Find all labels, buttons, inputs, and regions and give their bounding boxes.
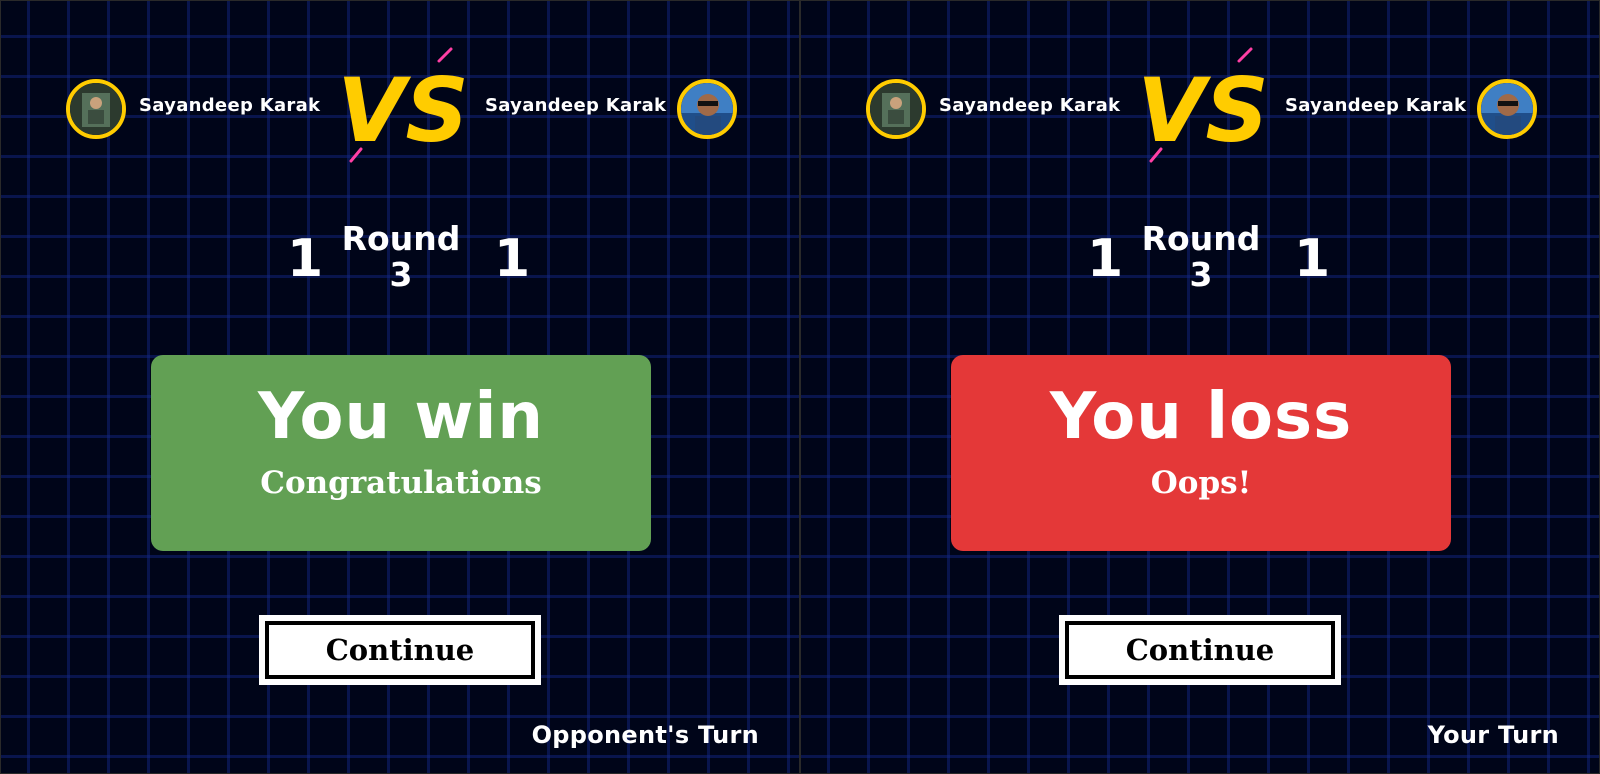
score-row: 1 Round 3 1 xyxy=(1,221,799,301)
game-screen-pair: Sayandeep Karak VS Sayandeep Karak 1 Rou… xyxy=(0,0,1600,774)
game-panel-loss: Sayandeep Karak VS Sayandeep Karak 1 Rou… xyxy=(800,0,1600,774)
continue-button[interactable]: Continue xyxy=(1059,615,1341,685)
player-right-name: Sayandeep Karak xyxy=(485,95,667,116)
continue-button-label: Continue xyxy=(265,621,535,679)
avatar-photo-icon xyxy=(870,83,922,135)
score-left: 1 xyxy=(287,229,324,289)
player-right-avatar xyxy=(1477,79,1537,139)
round-number: 3 xyxy=(389,255,413,294)
result-card: You loss Oops! xyxy=(951,355,1451,551)
round-number: 3 xyxy=(1189,255,1213,294)
result-title: You win xyxy=(258,380,544,454)
player-left-name: Sayandeep Karak xyxy=(939,95,1121,116)
continue-button-label: Continue xyxy=(1065,621,1335,679)
player-left-avatar xyxy=(66,79,126,139)
game-panel-win: Sayandeep Karak VS Sayandeep Karak 1 Rou… xyxy=(0,0,800,774)
score-right: 1 xyxy=(1294,229,1331,289)
avatar-photo-icon xyxy=(70,83,122,135)
score-row: 1 Round 3 1 xyxy=(801,221,1599,301)
round-indicator: Round 3 xyxy=(1131,221,1271,293)
round-label: Round xyxy=(341,219,461,258)
vs-text: VS xyxy=(1137,59,1267,162)
avatar-photo-icon xyxy=(1481,83,1533,135)
player-right-avatar xyxy=(677,79,737,139)
result-subtitle: Congratulations xyxy=(260,465,542,501)
match-header: Sayandeep Karak VS Sayandeep Karak xyxy=(1,45,799,163)
result-subtitle: Oops! xyxy=(1150,465,1252,501)
turn-status: Your Turn xyxy=(1427,721,1559,749)
result-title: You loss xyxy=(1049,380,1353,454)
result-card: You win Congratulations xyxy=(151,355,651,551)
continue-button[interactable]: Continue xyxy=(259,615,541,685)
turn-status: Opponent's Turn xyxy=(531,721,759,749)
vs-logo: VS xyxy=(337,47,467,163)
round-indicator: Round 3 xyxy=(331,221,471,293)
player-left-avatar xyxy=(866,79,926,139)
score-left: 1 xyxy=(1087,229,1124,289)
vs-text: VS xyxy=(337,59,467,162)
score-right: 1 xyxy=(494,229,531,289)
vs-logo: VS xyxy=(1137,47,1267,163)
match-header: Sayandeep Karak VS Sayandeep Karak xyxy=(801,45,1599,163)
player-right-name: Sayandeep Karak xyxy=(1285,95,1467,116)
player-left-name: Sayandeep Karak xyxy=(139,95,321,116)
round-label: Round xyxy=(1141,219,1261,258)
avatar-photo-icon xyxy=(681,83,733,135)
